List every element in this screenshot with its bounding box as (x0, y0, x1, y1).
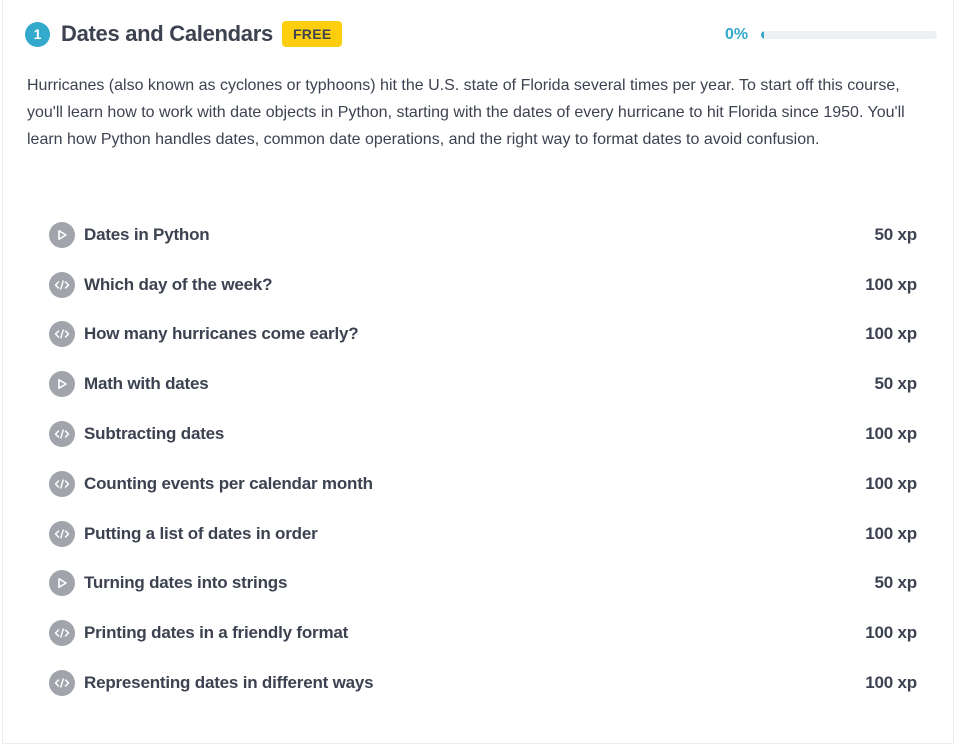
exercise-left: Putting a list of dates in order (49, 520, 318, 547)
chapter-title[interactable]: Dates and Calendars (61, 21, 273, 47)
exercise-title: Which day of the week? (84, 274, 273, 294)
exercise-title: Counting events per calendar month (84, 473, 373, 493)
exercise-left: Turning dates into strings (49, 570, 288, 597)
code-icon (49, 670, 75, 697)
exercise-left: Which day of the week? (49, 271, 273, 298)
exercise-title: Representing dates in different ways (84, 673, 374, 693)
exercise-title: Turning dates into strings (84, 573, 288, 593)
exercise-left: Math with dates (49, 371, 209, 398)
code-icon (49, 321, 75, 348)
progress-bar-track (761, 31, 937, 39)
video-play-icon (49, 371, 75, 398)
exercise-item-3[interactable]: How many hurricanes come early? 100 xp (49, 310, 917, 360)
exercise-xp: 100 xp (865, 473, 917, 493)
exercise-left: Dates in Python (49, 221, 210, 248)
exercise-xp: 100 xp (865, 623, 917, 643)
exercise-left: Representing dates in different ways (49, 670, 374, 697)
progress-percent: 0% (725, 26, 749, 43)
exercise-item-9[interactable]: Printing dates in a friendly format 100 … (49, 608, 917, 658)
exercise-title: Putting a list of dates in order (84, 523, 318, 543)
exercise-xp: 50 xp (874, 374, 918, 394)
exercise-item-5[interactable]: Subtracting dates 100 xp (49, 409, 917, 459)
chapter-progress: 0% (725, 26, 937, 44)
exercise-title: Dates in Python (84, 224, 210, 244)
exercise-left: Subtracting dates (49, 421, 225, 448)
exercise-xp: 50 xp (874, 573, 918, 593)
exercise-left: How many hurricanes come early? (49, 321, 359, 348)
exercise-item-1[interactable]: Dates in Python 50 xp (49, 210, 917, 260)
exercise-item-2[interactable]: Which day of the week? 100 xp (49, 260, 917, 310)
exercise-xp: 100 xp (865, 424, 917, 444)
chapter-header: 1 Dates and Calendars FREE (25, 18, 343, 50)
exercise-xp: 50 xp (874, 224, 918, 244)
exercise-item-4[interactable]: Math with dates 50 xp (49, 359, 917, 409)
code-icon (49, 620, 75, 647)
exercise-xp: 100 xp (865, 274, 917, 294)
exercise-xp: 100 xp (865, 523, 917, 543)
video-play-icon (49, 570, 75, 597)
chapter-description: Hurricanes (also known as cyclones or ty… (27, 77, 905, 148)
progress-bar-fill (761, 31, 764, 39)
exercise-title: Subtracting dates (84, 424, 225, 444)
exercise-item-8[interactable]: Turning dates into strings 50 xp (49, 559, 917, 609)
free-badge: FREE (281, 21, 343, 47)
exercise-title: How many hurricanes come early? (84, 324, 359, 344)
video-play-icon (49, 221, 75, 248)
exercise-item-7[interactable]: Putting a list of dates in order 100 xp (49, 509, 917, 559)
code-icon (49, 520, 75, 547)
exercise-item-6[interactable]: Counting events per calendar month 100 x… (49, 459, 917, 509)
exercise-left: Counting events per calendar month (49, 470, 373, 497)
exercise-left: Printing dates in a friendly format (49, 620, 349, 647)
exercise-list: Dates in Python 50 xp Which day of the w… (49, 210, 917, 708)
exercise-title: Printing dates in a friendly format (84, 623, 349, 643)
chapter-number-badge: 1 (25, 21, 50, 47)
exercise-item-10[interactable]: Representing dates in different ways 100… (49, 658, 917, 708)
exercise-xp: 100 xp (865, 673, 917, 693)
exercise-xp: 100 xp (865, 324, 917, 344)
code-icon (49, 271, 75, 298)
code-icon (49, 470, 75, 497)
exercise-title: Math with dates (84, 374, 209, 394)
chapter-card: 1 Dates and Calendars FREE 0% Hurricanes… (2, 0, 954, 744)
code-icon (49, 421, 75, 448)
